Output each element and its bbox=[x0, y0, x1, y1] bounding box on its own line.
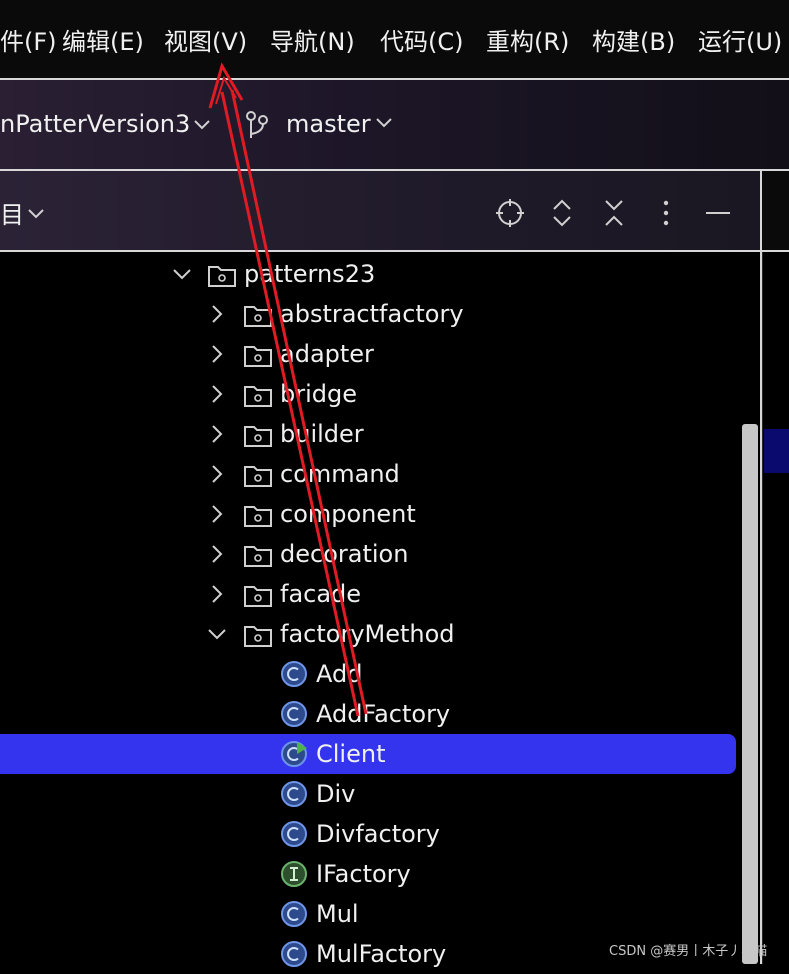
menu-view[interactable]: 视图(V) bbox=[164, 24, 247, 60]
tree-item-package[interactable]: facade bbox=[0, 574, 740, 614]
package-folder-icon bbox=[244, 306, 272, 327]
project-selector[interactable]: nPatterVersion3 bbox=[0, 110, 190, 138]
chevron-right-icon[interactable] bbox=[205, 462, 229, 486]
menu-code[interactable]: 代码(C) bbox=[380, 24, 463, 60]
class-icon bbox=[281, 821, 307, 847]
chevron-down-icon[interactable] bbox=[170, 262, 194, 286]
chevron-right-icon[interactable] bbox=[205, 302, 229, 326]
tree-item-class[interactable]: Add bbox=[0, 654, 740, 694]
tree-scrollbar[interactable] bbox=[742, 424, 758, 964]
menu-build[interactable]: 构建(B) bbox=[592, 24, 675, 60]
tree-item-class[interactable]: Mul bbox=[0, 894, 740, 934]
menu-run[interactable]: 运行(U) bbox=[698, 24, 782, 60]
package-folder-icon bbox=[208, 266, 236, 287]
chevron-down-icon[interactable] bbox=[193, 118, 211, 132]
project-panel-header: 目 bbox=[0, 171, 760, 252]
package-folder-icon bbox=[244, 626, 272, 647]
package-folder-icon bbox=[244, 386, 272, 407]
editor-highlight-line bbox=[764, 429, 789, 473]
package-folder-icon bbox=[244, 426, 272, 447]
collapse-all-icon[interactable] bbox=[602, 198, 626, 228]
locate-icon[interactable] bbox=[495, 198, 525, 228]
menu-navigate[interactable]: 导航(N) bbox=[270, 24, 355, 60]
menu-refactor[interactable]: 重构(R) bbox=[486, 24, 569, 60]
tree-item-class-selected[interactable]: Client bbox=[0, 734, 736, 774]
runnable-class-icon bbox=[281, 741, 307, 767]
tree-item-package[interactable]: command bbox=[0, 454, 740, 494]
class-icon bbox=[281, 901, 307, 927]
menu-file[interactable]: 件(F) bbox=[0, 24, 57, 60]
expand-all-icon[interactable] bbox=[550, 198, 574, 228]
interface-icon bbox=[281, 861, 307, 887]
package-folder-icon bbox=[244, 466, 272, 487]
chevron-right-icon[interactable] bbox=[205, 422, 229, 446]
class-icon bbox=[281, 661, 307, 687]
tree-item-package[interactable]: builder bbox=[0, 414, 740, 454]
package-folder-icon bbox=[244, 506, 272, 527]
tree-item-class[interactable]: Div bbox=[0, 774, 740, 814]
menu-bar: 件(F) 编辑(E) 视图(V) 导航(N) 代码(C) 重构(R) 构建(B)… bbox=[0, 0, 789, 80]
chevron-right-icon[interactable] bbox=[205, 382, 229, 406]
chevron-right-icon[interactable] bbox=[205, 342, 229, 366]
git-branch-icon bbox=[246, 111, 268, 138]
editor-tab-bar-edge bbox=[762, 171, 789, 252]
package-folder-icon bbox=[244, 346, 272, 367]
watermark: CSDN @赛男丨木子丿小喵 bbox=[609, 944, 768, 959]
tree-item-package[interactable]: abstractfactory bbox=[0, 294, 740, 334]
tree-item-package[interactable]: decoration bbox=[0, 534, 740, 574]
menu-edit[interactable]: 编辑(E) bbox=[62, 24, 144, 60]
minimize-icon[interactable] bbox=[704, 198, 732, 228]
tree-item-package[interactable]: factoryMethod bbox=[0, 614, 740, 654]
package-folder-icon bbox=[244, 546, 272, 567]
tree-item-patterns23[interactable]: patterns23 bbox=[0, 254, 740, 294]
chevron-down-icon[interactable] bbox=[205, 622, 229, 646]
chevron-right-icon[interactable] bbox=[205, 502, 229, 526]
tree-item-package[interactable]: component bbox=[0, 494, 740, 534]
chevron-right-icon[interactable] bbox=[205, 542, 229, 566]
tree-item-package[interactable]: adapter bbox=[0, 334, 740, 374]
tree-item-class[interactable]: AddFactory bbox=[0, 694, 740, 734]
editor-edge bbox=[760, 171, 789, 964]
more-options-icon[interactable] bbox=[656, 198, 676, 228]
tree-item-package[interactable]: bridge bbox=[0, 374, 740, 414]
chevron-down-icon[interactable] bbox=[375, 116, 393, 130]
chevron-down-icon[interactable] bbox=[27, 207, 45, 221]
class-icon bbox=[281, 781, 307, 807]
tree-item-class[interactable]: Divfactory bbox=[0, 814, 740, 854]
class-icon bbox=[281, 701, 307, 727]
project-panel-title[interactable]: 目 bbox=[0, 195, 24, 230]
branch-selector[interactable]: master bbox=[286, 110, 371, 138]
package-folder-icon bbox=[244, 586, 272, 607]
chevron-right-icon[interactable] bbox=[205, 582, 229, 606]
tree-item-interface[interactable]: IFactory bbox=[0, 854, 740, 894]
